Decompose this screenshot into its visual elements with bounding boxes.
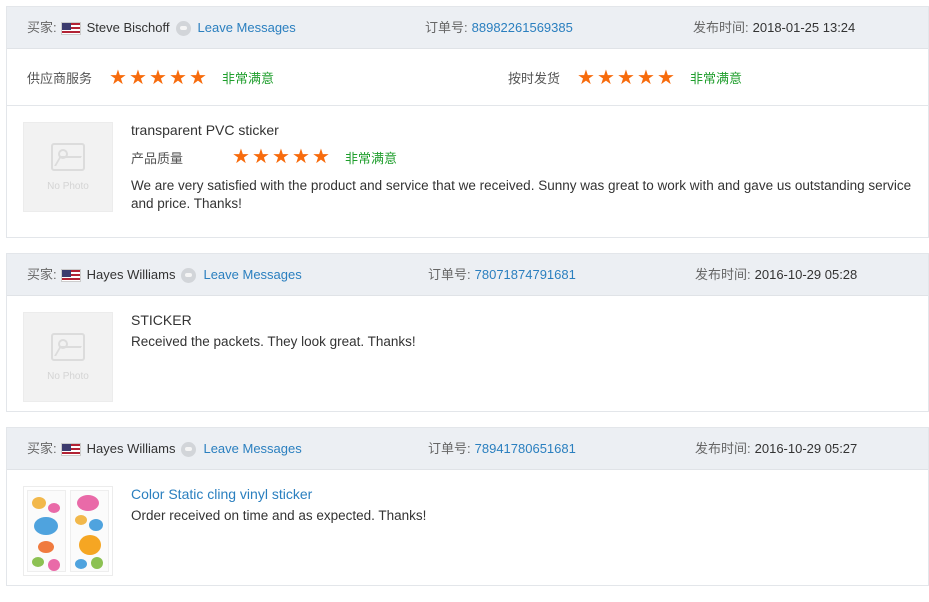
supplier-service-rating: 供应商服务 ★ ★ ★ ★ ★ 非常满意 bbox=[27, 49, 274, 106]
star-icon: ★ bbox=[129, 66, 147, 89]
order-label: 订单号: bbox=[425, 20, 468, 35]
post-time-value: 2018-01-25 13:24 bbox=[752, 20, 856, 35]
review-comment: Received the packets. They look great. T… bbox=[131, 334, 416, 349]
star-icon: ★ bbox=[597, 66, 615, 89]
leave-messages-link[interactable]: Leave Messages bbox=[203, 254, 301, 296]
sticker-sheet-image bbox=[27, 490, 109, 572]
order-label: 订单号: bbox=[428, 267, 471, 282]
product-content: Color Static cling vinyl sticker Order r… bbox=[131, 486, 916, 525]
product-content: STICKER Received the packets. They look … bbox=[131, 312, 916, 351]
buyer-info: 买家: Hayes Williams Leave Messages bbox=[27, 254, 302, 296]
buyer-info: 买家: Steve Bischoff Leave Messages bbox=[27, 7, 296, 49]
star-icon: ★ bbox=[252, 146, 270, 168]
order-number-link[interactable]: 78941780651681 bbox=[475, 441, 576, 456]
supplier-service-label: 供应商服务 bbox=[27, 71, 93, 86]
no-photo-text: No Photo bbox=[47, 180, 89, 192]
star-rating: ★ ★ ★ ★ ★ bbox=[108, 68, 208, 88]
on-time-delivery-label: 按时发货 bbox=[508, 71, 561, 86]
sticker-sheet-left bbox=[27, 490, 66, 572]
satisfaction-text: 非常满意 bbox=[345, 150, 398, 166]
review-card: 买家: Hayes Williams Leave Messages 订单号: 78… bbox=[6, 253, 929, 412]
post-time-label: 发布时间: bbox=[695, 267, 751, 282]
product-title: transparent PVC sticker bbox=[131, 122, 279, 138]
message-icon bbox=[181, 441, 197, 457]
buyer-label: 买家: bbox=[27, 267, 57, 282]
satisfaction-text: 非常满意 bbox=[222, 71, 275, 86]
post-time-value: 2016-10-29 05:27 bbox=[754, 441, 858, 456]
buyer-label: 买家: bbox=[27, 441, 57, 456]
leave-messages-link[interactable]: Leave Messages bbox=[203, 428, 301, 470]
star-rating: ★ ★ ★ ★ ★ bbox=[231, 147, 331, 167]
image-placeholder-icon bbox=[51, 332, 85, 361]
buyer-name: Steve Bischoff bbox=[86, 20, 170, 35]
no-photo-placeholder: No Photo bbox=[24, 123, 112, 211]
post-time: 发布时间: 2018-01-25 13:24 bbox=[693, 7, 855, 49]
order-info: 订单号: 78071874791681 bbox=[428, 254, 576, 296]
us-flag-icon bbox=[60, 442, 81, 456]
on-time-delivery-rating: 按时发货 ★ ★ ★ ★ ★ 非常满意 bbox=[508, 49, 742, 106]
star-icon: ★ bbox=[232, 146, 250, 168]
order-info: 订单号: 78941780651681 bbox=[428, 428, 576, 470]
review-header: 买家: Hayes Williams Leave Messages 订单号: 78… bbox=[7, 254, 928, 296]
satisfaction-text: 非常满意 bbox=[690, 71, 743, 86]
star-icon: ★ bbox=[577, 66, 595, 89]
post-time-label: 发布时间: bbox=[695, 441, 751, 456]
star-rating: ★ ★ ★ ★ ★ bbox=[576, 68, 676, 88]
product-title: STICKER bbox=[131, 312, 192, 328]
star-icon: ★ bbox=[617, 66, 635, 89]
star-icon: ★ bbox=[169, 66, 187, 89]
review-comment: We are very satisfied with the product a… bbox=[131, 178, 912, 211]
product-content: transparent PVC sticker 产品质量 ★ ★ ★ ★ ★ 非常满意 … bbox=[131, 122, 916, 213]
review-header: 买家: Steve Bischoff Leave Messages 订单号: 88… bbox=[7, 7, 928, 49]
product-thumbnail[interactable]: No Photo bbox=[23, 312, 113, 402]
order-number-link[interactable]: 88982261569385 bbox=[472, 20, 573, 35]
post-time: 发布时间: 2016-10-29 05:27 bbox=[695, 428, 857, 470]
buyer-name: Hayes Williams bbox=[86, 441, 176, 456]
product-thumbnail[interactable]: No Photo bbox=[23, 122, 113, 212]
leave-messages-link[interactable]: Leave Messages bbox=[198, 7, 296, 49]
post-time-label: 发布时间: bbox=[693, 20, 749, 35]
no-photo-text: No Photo bbox=[47, 370, 89, 382]
buyer-label: 买家: bbox=[27, 20, 57, 35]
order-info: 订单号: 88982261569385 bbox=[425, 7, 573, 49]
buyer-name: Hayes Williams bbox=[86, 267, 176, 282]
product-quality-rating: 产品质量 ★ ★ ★ ★ ★ 非常满意 bbox=[131, 147, 916, 167]
star-icon: ★ bbox=[657, 66, 675, 89]
review-comment: Order received on time and as expected. … bbox=[131, 508, 427, 523]
no-photo-placeholder: No Photo bbox=[24, 313, 112, 401]
star-icon: ★ bbox=[109, 66, 127, 89]
review-header: 买家: Hayes Williams Leave Messages 订单号: 78… bbox=[7, 428, 928, 470]
us-flag-icon bbox=[60, 268, 81, 282]
star-icon: ★ bbox=[637, 66, 655, 89]
star-icon: ★ bbox=[292, 146, 310, 168]
service-ratings: 供应商服务 ★ ★ ★ ★ ★ 非常满意 按时发货 ★ ★ ★ ★ ★ 非常满意 bbox=[7, 49, 928, 106]
buyer-info: 买家: Hayes Williams Leave Messages bbox=[27, 428, 302, 470]
star-icon: ★ bbox=[189, 66, 207, 89]
review-card: 买家: Hayes Williams Leave Messages 订单号: 78… bbox=[6, 427, 929, 586]
sticker-sheet-right bbox=[70, 490, 109, 572]
product-title-link[interactable]: Color Static cling vinyl sticker bbox=[131, 486, 916, 502]
product-quality-label: 产品质量 bbox=[131, 150, 184, 166]
star-icon: ★ bbox=[312, 146, 330, 168]
message-icon bbox=[175, 20, 191, 36]
star-icon: ★ bbox=[272, 146, 290, 168]
us-flag-icon bbox=[60, 21, 81, 35]
star-icon: ★ bbox=[149, 66, 167, 89]
post-time-value: 2016-10-29 05:28 bbox=[754, 267, 858, 282]
message-icon bbox=[181, 267, 197, 283]
order-number-link[interactable]: 78071874791681 bbox=[475, 267, 576, 282]
review-card: 买家: Steve Bischoff Leave Messages 订单号: 88… bbox=[6, 6, 929, 238]
product-image[interactable] bbox=[23, 486, 113, 576]
image-placeholder-icon bbox=[51, 142, 85, 171]
order-label: 订单号: bbox=[428, 441, 471, 456]
post-time: 发布时间: 2016-10-29 05:28 bbox=[695, 254, 857, 296]
